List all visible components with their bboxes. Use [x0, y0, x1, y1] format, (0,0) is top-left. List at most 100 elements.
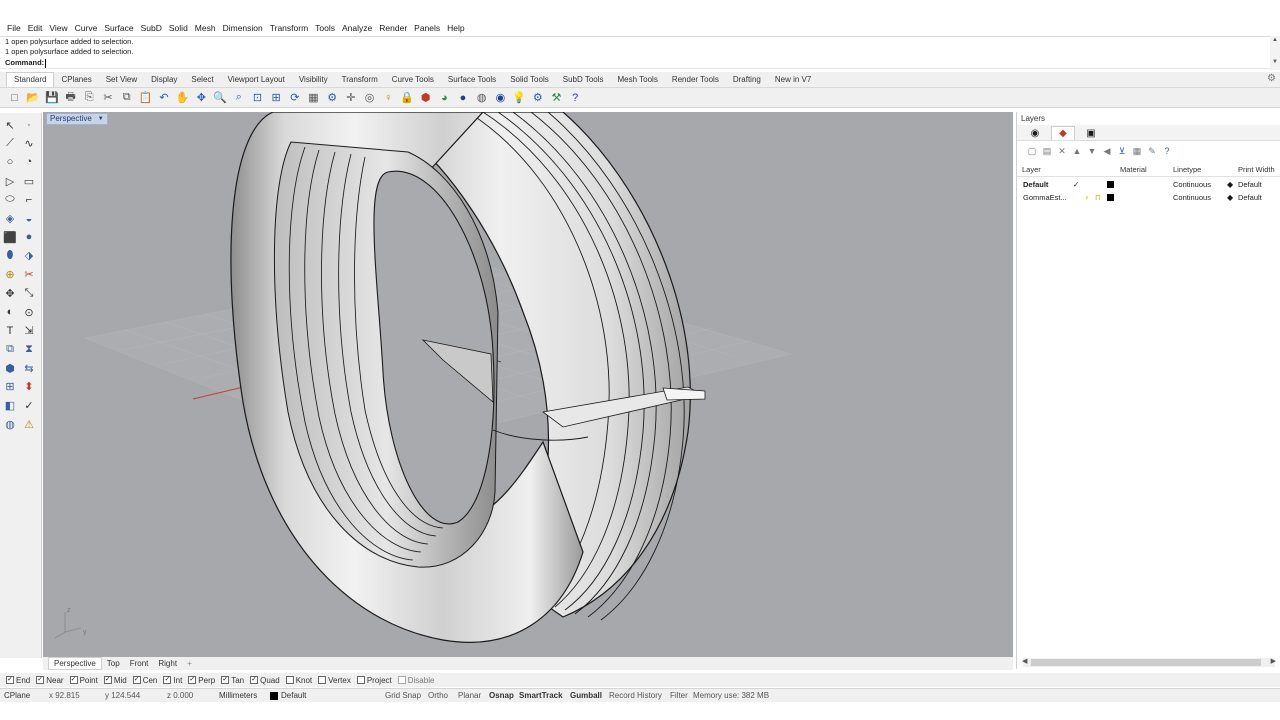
- color-wheel-icon[interactable]: ◕: [436, 90, 453, 106]
- column-header[interactable]: Linetype: [1173, 165, 1201, 174]
- checkbox[interactable]: ✓: [36, 676, 45, 684]
- menu-item-solid[interactable]: Solid: [166, 22, 192, 35]
- osnap-project[interactable]: Project: [356, 676, 392, 685]
- tab-surface-tools[interactable]: Surface Tools: [441, 73, 503, 87]
- checkbox[interactable]: [356, 676, 365, 684]
- layer-color-swatch[interactable]: [1107, 181, 1114, 188]
- light-bulb-icon[interactable]: ♀: [1084, 193, 1090, 202]
- tab-viewport-layout[interactable]: Viewport Layout: [221, 73, 292, 87]
- pan-icon[interactable]: ✋: [174, 90, 191, 106]
- scroll-up-icon[interactable]: ▲: [1270, 36, 1280, 44]
- scroll-right-icon[interactable]: ▶: [1271, 657, 1276, 665]
- osnap-mid[interactable]: ✓ Mid: [103, 676, 127, 685]
- point-icon[interactable]: ·: [21, 117, 37, 133]
- gumball-toggle[interactable]: Gumball: [570, 691, 602, 700]
- box-icon[interactable]: ⬛: [2, 229, 18, 245]
- dimension-icon[interactable]: T: [2, 323, 18, 339]
- tab-curve-tools[interactable]: Curve Tools: [385, 73, 441, 87]
- tab-set-view[interactable]: Set View: [99, 73, 144, 87]
- layer-linetype[interactable]: Continuous: [1173, 180, 1211, 189]
- menu-item-edit[interactable]: Edit: [25, 22, 47, 35]
- checkbox[interactable]: ✓: [6, 676, 14, 684]
- rectangle-icon[interactable]: ▭: [21, 173, 37, 189]
- tab-visibility[interactable]: Visibility: [292, 73, 335, 87]
- tools-icon[interactable]: ✎: [1145, 144, 1159, 158]
- layer-print-width[interactable]: Default: [1238, 193, 1262, 202]
- fillet-icon[interactable]: ◐: [2, 304, 18, 320]
- mesh-icon[interactable]: ⬢: [2, 360, 18, 376]
- help-icon[interactable]: ?: [567, 90, 584, 106]
- menu-item-surface[interactable]: Surface: [101, 22, 137, 35]
- layer-print-width[interactable]: Default: [1238, 180, 1262, 189]
- tab-display[interactable]: Display: [144, 73, 184, 87]
- layer-row[interactable]: Default ✓ Continuous ◆ Default: [1017, 178, 1280, 191]
- menu-item-analyze[interactable]: Analyze: [339, 22, 376, 35]
- circle-icon[interactable]: ○: [2, 154, 18, 170]
- save-icon[interactable]: 💾: [43, 90, 60, 106]
- extrude-icon[interactable]: ⬗: [21, 248, 37, 264]
- delete-icon[interactable]: ✕: [1055, 144, 1069, 158]
- cplane-icon[interactable]: ◎: [361, 90, 378, 106]
- annotate-icon[interactable]: ⇲: [21, 323, 37, 339]
- zoom-selected-icon[interactable]: ⊞: [268, 90, 285, 106]
- paste-icon[interactable]: 📋: [137, 90, 154, 106]
- tab-standard[interactable]: Standard: [6, 72, 55, 87]
- menu-item-dimension[interactable]: Dimension: [220, 22, 267, 35]
- filter-toggle[interactable]: Filter: [670, 691, 688, 700]
- curve-icon[interactable]: ∿: [21, 136, 37, 152]
- tab-cplanes[interactable]: CPlanes: [54, 73, 98, 87]
- display-tab-icon[interactable]: ▣: [1079, 126, 1103, 140]
- scale-icon[interactable]: ⤡: [21, 285, 37, 301]
- freeform-icon[interactable]: ⌐: [21, 192, 37, 208]
- tab-new-in-v7[interactable]: New in V7: [768, 73, 818, 87]
- polyline-icon[interactable]: ⟋: [2, 136, 18, 152]
- cplane-label[interactable]: CPlane: [4, 691, 30, 700]
- lock-icon[interactable]: 🔒: [398, 90, 415, 106]
- move-left-icon[interactable]: ◀: [1100, 144, 1114, 158]
- osnap-perp[interactable]: ✓ Perp: [188, 676, 215, 685]
- render-sphere-icon[interactable]: ◉: [492, 90, 509, 106]
- viewport-perspective[interactable]: z y Perspective ▼: [43, 112, 1013, 657]
- checkbox[interactable]: ✓: [250, 676, 259, 684]
- tire-model[interactable]: [230, 112, 706, 643]
- layer-linetype[interactable]: Continuous: [1173, 193, 1211, 202]
- light-bulb-icon[interactable]: 💡: [511, 90, 528, 106]
- shade-icon[interactable]: ◍: [2, 416, 18, 432]
- osnap-cen[interactable]: ✓ Cen: [132, 676, 157, 685]
- osnap-vertex[interactable]: Vertex: [318, 676, 351, 685]
- menu-item-view[interactable]: View: [46, 22, 71, 35]
- osnap-int[interactable]: ✓ Int: [163, 676, 182, 685]
- osnap-disable[interactable]: Disable: [397, 676, 434, 685]
- rotate-view-icon[interactable]: ⟳: [286, 90, 303, 106]
- add-viewport-icon[interactable]: +: [182, 658, 197, 669]
- current-layer[interactable]: Default: [281, 691, 306, 700]
- zoom-extents-icon[interactable]: ⊡: [249, 90, 266, 106]
- tools-icon[interactable]: ⚙: [324, 90, 341, 106]
- column-header[interactable]: Print Width: [1238, 165, 1275, 174]
- select-arrow-icon[interactable]: ↖: [2, 117, 18, 133]
- copy-icon[interactable]: ⧉: [118, 90, 135, 106]
- arc-icon[interactable]: ◔: [21, 154, 37, 170]
- osnap-knot[interactable]: Knot: [285, 676, 312, 685]
- new-icon[interactable]: □: [6, 90, 23, 106]
- smarttrack-toggle[interactable]: SmartTrack: [519, 691, 563, 700]
- menu-item-transform[interactable]: Transform: [267, 22, 312, 35]
- checkbox[interactable]: ✓: [163, 676, 172, 684]
- menu-item-help[interactable]: Help: [444, 22, 468, 35]
- osnap-toggle[interactable]: Osnap: [489, 691, 514, 700]
- tab-subd-tools[interactable]: SubD Tools: [556, 73, 611, 87]
- check-icon[interactable]: ✓: [21, 398, 37, 414]
- checkbox[interactable]: ✓: [103, 676, 112, 684]
- menu-item-tools[interactable]: Tools: [312, 22, 339, 35]
- ellipse-icon[interactable]: ⬭: [2, 192, 18, 208]
- point-icon[interactable]: ✛: [342, 90, 359, 106]
- help-icon[interactable]: ?: [1160, 144, 1174, 158]
- menu-item-panels[interactable]: Panels: [411, 22, 444, 35]
- viewport-tab-top[interactable]: Top: [102, 658, 125, 669]
- tab-transform[interactable]: Transform: [335, 73, 385, 87]
- move-icon[interactable]: ✥: [193, 90, 210, 106]
- tab-solid-tools[interactable]: Solid Tools: [503, 73, 556, 87]
- viewport-title-tab[interactable]: Perspective ▼: [46, 113, 108, 125]
- osnap-near[interactable]: ✓ Near: [36, 676, 64, 685]
- zoom-in-icon[interactable]: 🔍: [212, 90, 229, 106]
